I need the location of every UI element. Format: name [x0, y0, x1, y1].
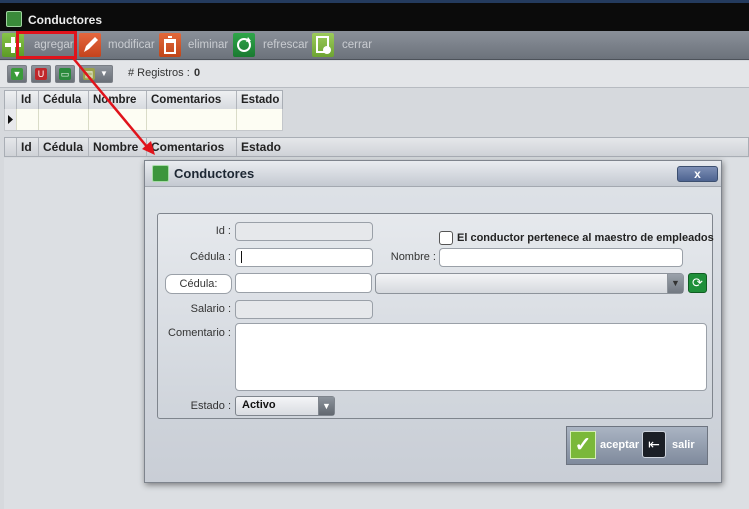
- refresh-icon: ⟳: [692, 275, 703, 290]
- maestro-empleados-checkbox[interactable]: [439, 231, 453, 245]
- main-toolbar: agregar modificar eliminar refrescar cer…: [0, 31, 749, 60]
- delete-button[interactable]: eliminar: [158, 31, 230, 60]
- chevron-down-icon: ▼: [667, 274, 683, 293]
- highlight-box: [16, 31, 77, 59]
- refresh-employee-button[interactable]: ⟳: [688, 273, 707, 293]
- id-label: Id :: [215, 225, 231, 237]
- salario-label: Salario :: [190, 303, 231, 315]
- grid-header: Id Cédula Nombre Comentarios Estado: [4, 90, 283, 110]
- id-field[interactable]: [235, 222, 373, 241]
- exit-button[interactable]: ⇤ salir: [641, 429, 707, 462]
- exit-icon: ⇤: [642, 431, 666, 458]
- dialog-title: Conductores: [174, 166, 255, 181]
- pdf-icon: U: [35, 68, 47, 80]
- text-cursor: [241, 251, 242, 263]
- records-label: # Registros :: [128, 67, 190, 79]
- modify-button-label: modificar: [108, 39, 155, 51]
- grid-toolbar: ▼ U ▭ ▤ ▼ # Registros : 0: [0, 61, 749, 88]
- cedula-search-field[interactable]: [235, 273, 372, 293]
- refresh-button[interactable]: refrescar: [233, 31, 309, 60]
- grid-corner: [5, 138, 17, 156]
- grid-corner: [5, 91, 17, 109]
- trash-icon: [159, 33, 181, 57]
- chevron-down-icon: ▼: [318, 397, 334, 415]
- document-close-icon: [312, 33, 334, 57]
- modify-button[interactable]: modificar: [78, 31, 156, 60]
- detail-column-estado[interactable]: Estado: [237, 138, 289, 156]
- column-header-cedula[interactable]: Cédula: [39, 91, 89, 109]
- column-header-id[interactable]: Id: [17, 91, 39, 109]
- salario-field[interactable]: [235, 300, 373, 319]
- accept-button[interactable]: ✓ aceptar: [569, 429, 639, 462]
- comentario-label: Comentario :: [168, 327, 231, 339]
- column-header-comentarios[interactable]: Comentarios: [147, 91, 237, 109]
- pencil-icon: [79, 33, 101, 57]
- columns-icon: ▤: [83, 68, 95, 80]
- detail-column-cedula[interactable]: Cédula: [39, 138, 89, 156]
- app-icon: [6, 11, 22, 27]
- detail-column-comentarios[interactable]: Comentarios: [147, 138, 237, 156]
- dialog-close-button[interactable]: x: [677, 166, 718, 182]
- estado-select[interactable]: Activo ▼: [235, 396, 335, 416]
- comentario-textarea[interactable]: [235, 323, 707, 391]
- accept-label: aceptar: [600, 439, 640, 451]
- window-titlebar: Conductores: [0, 0, 749, 31]
- column-header-estado[interactable]: Estado: [237, 91, 283, 109]
- chevron-down-icon: ▼: [100, 69, 108, 78]
- detail-column-id[interactable]: Id: [17, 138, 39, 156]
- column-header-nombre[interactable]: Nombre: [89, 91, 147, 109]
- records-count: 0: [194, 67, 201, 79]
- export-button[interactable]: ▼: [7, 65, 27, 83]
- dialog-titlebar: Conductores x: [145, 161, 721, 187]
- excel-button[interactable]: ▭: [55, 65, 75, 83]
- conductores-dialog: Conductores x Id : Cédula : Nombre : Sal…: [144, 160, 722, 483]
- estado-label: Estado :: [190, 400, 231, 412]
- dialog-actions: ✓ aceptar ⇤ salir: [566, 426, 708, 465]
- close-button[interactable]: cerrar: [312, 31, 374, 60]
- detail-column-nombre[interactable]: Nombre: [89, 138, 147, 156]
- refresh-button-label: refrescar: [263, 39, 309, 51]
- excel-icon: ▭: [59, 68, 71, 80]
- close-button-label: cerrar: [342, 39, 373, 51]
- exit-label: salir: [672, 439, 695, 451]
- refresh-icon: [233, 33, 255, 57]
- download-icon: ▼: [11, 68, 23, 80]
- empleado-select[interactable]: ▼: [375, 273, 684, 294]
- pdf-button[interactable]: U: [31, 65, 51, 83]
- check-icon: ✓: [570, 431, 596, 459]
- delete-button-label: eliminar: [188, 39, 229, 51]
- cedula-label: Cédula :: [190, 251, 231, 263]
- cedula-search-button[interactable]: Cédula:: [165, 274, 232, 294]
- window-title: Conductores: [28, 13, 103, 27]
- columns-dropdown[interactable]: ▤ ▼: [79, 65, 113, 83]
- nombre-field[interactable]: [439, 248, 683, 267]
- cedula-field[interactable]: [235, 248, 373, 267]
- row-selector: [5, 109, 17, 130]
- maestro-empleados-label: El conductor pertenece al maestro de emp…: [457, 232, 714, 244]
- table-row[interactable]: [4, 109, 283, 131]
- detail-grid-header: Id Cédula Nombre Comentarios Estado: [4, 137, 749, 157]
- estado-value: Activo: [242, 399, 276, 411]
- app-icon: [152, 165, 169, 182]
